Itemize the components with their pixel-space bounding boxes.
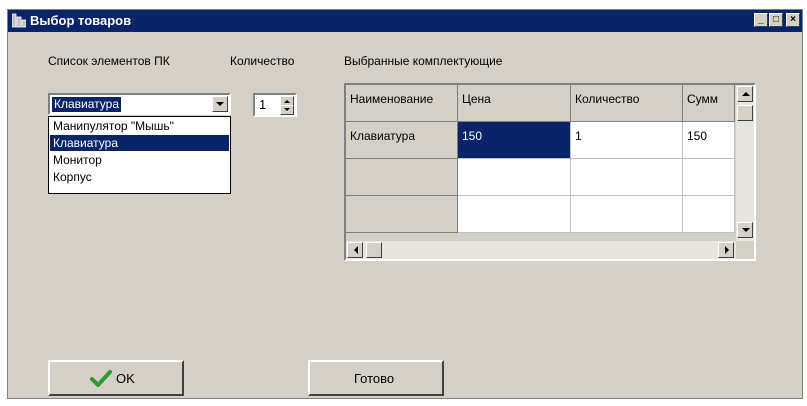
maximize-button[interactable]: □ (769, 13, 783, 27)
grid-header-quantity: Количество (571, 85, 683, 122)
list-item[interactable]: Манипулятор "Мышь" (50, 118, 229, 134)
arrow-left-icon (354, 246, 358, 254)
grid-cell-sum[interactable] (683, 196, 735, 233)
grid-row-name[interactable] (346, 159, 458, 196)
grid-cell-sum[interactable]: 150 (683, 122, 735, 159)
app-icon (12, 13, 26, 28)
done-button[interactable]: Готово (308, 360, 444, 396)
ok-button[interactable]: OK (48, 360, 184, 396)
grid-cell-sum[interactable] (683, 159, 735, 196)
arrow-up-icon (742, 92, 750, 96)
grid-cell-price[interactable]: 150 (458, 122, 571, 159)
minimize-button[interactable]: _ (754, 13, 768, 27)
pc-elements-label: Список элементов ПК (48, 54, 170, 68)
vertical-scrollbar[interactable] (736, 85, 754, 241)
grid-cell-quantity[interactable] (571, 159, 683, 196)
combobox-dropdown-button[interactable] (212, 96, 228, 112)
grid-row-name[interactable] (346, 196, 458, 233)
horizontal-scrollbar[interactable] (346, 241, 736, 259)
list-item[interactable]: Монитор (50, 152, 229, 168)
horizontal-scroll-thumb[interactable] (366, 242, 382, 258)
scroll-up-button[interactable] (737, 86, 753, 102)
scrollbar-corner (736, 241, 754, 259)
spin-down-button[interactable] (280, 105, 294, 115)
dialog-window: Выбор товаров _ □ × Список элементов ПК … (7, 9, 803, 399)
pc-elements-dropdown-list: Манипулятор "Мышь" Клавиатура Монитор Ко… (48, 116, 231, 194)
checkmark-icon (90, 370, 112, 387)
scroll-down-button[interactable] (737, 222, 753, 238)
quantity-spinbox[interactable]: 1 (253, 93, 297, 117)
selected-components-label: Выбранные комплектующие (344, 54, 503, 68)
grid-row-name[interactable]: Клавиатура (346, 122, 458, 159)
arrow-up-icon (284, 100, 290, 103)
grid-header-price: Цена (458, 85, 571, 122)
grid-header-sum: Сумм (683, 85, 735, 122)
pc-elements-combobox[interactable]: Клавиатура (48, 93, 231, 115)
window-title: Выбор товаров (30, 13, 132, 28)
arrow-right-icon (725, 246, 729, 254)
scroll-left-button[interactable] (347, 242, 363, 258)
quantity-label: Количество (230, 54, 295, 68)
chevron-down-icon (216, 102, 224, 106)
scroll-right-button[interactable] (718, 242, 734, 258)
combobox-value: Клавиатура (52, 97, 121, 112)
close-button[interactable]: × (786, 13, 800, 27)
list-item-selected[interactable]: Клавиатура (50, 135, 229, 151)
list-item[interactable]: Корпус (50, 169, 229, 185)
arrow-down-icon (742, 228, 750, 232)
grid-header-name: Наименование (346, 85, 458, 122)
grid-cell-quantity[interactable] (571, 196, 683, 233)
done-button-label: Готово (354, 371, 395, 386)
grid-cell-quantity[interactable]: 1 (571, 122, 683, 159)
quantity-value: 1 (259, 97, 267, 112)
arrow-down-icon (284, 108, 290, 111)
grid-cell-price[interactable] (458, 159, 571, 196)
vertical-scroll-thumb[interactable] (737, 105, 753, 121)
title-bar[interactable]: Выбор товаров _ □ × (8, 10, 802, 32)
grid-cell-price[interactable] (458, 196, 571, 233)
ok-button-label: OK (116, 371, 135, 386)
selected-components-grid[interactable]: Наименование Цена Количество Сумм Клавиа… (344, 83, 756, 261)
